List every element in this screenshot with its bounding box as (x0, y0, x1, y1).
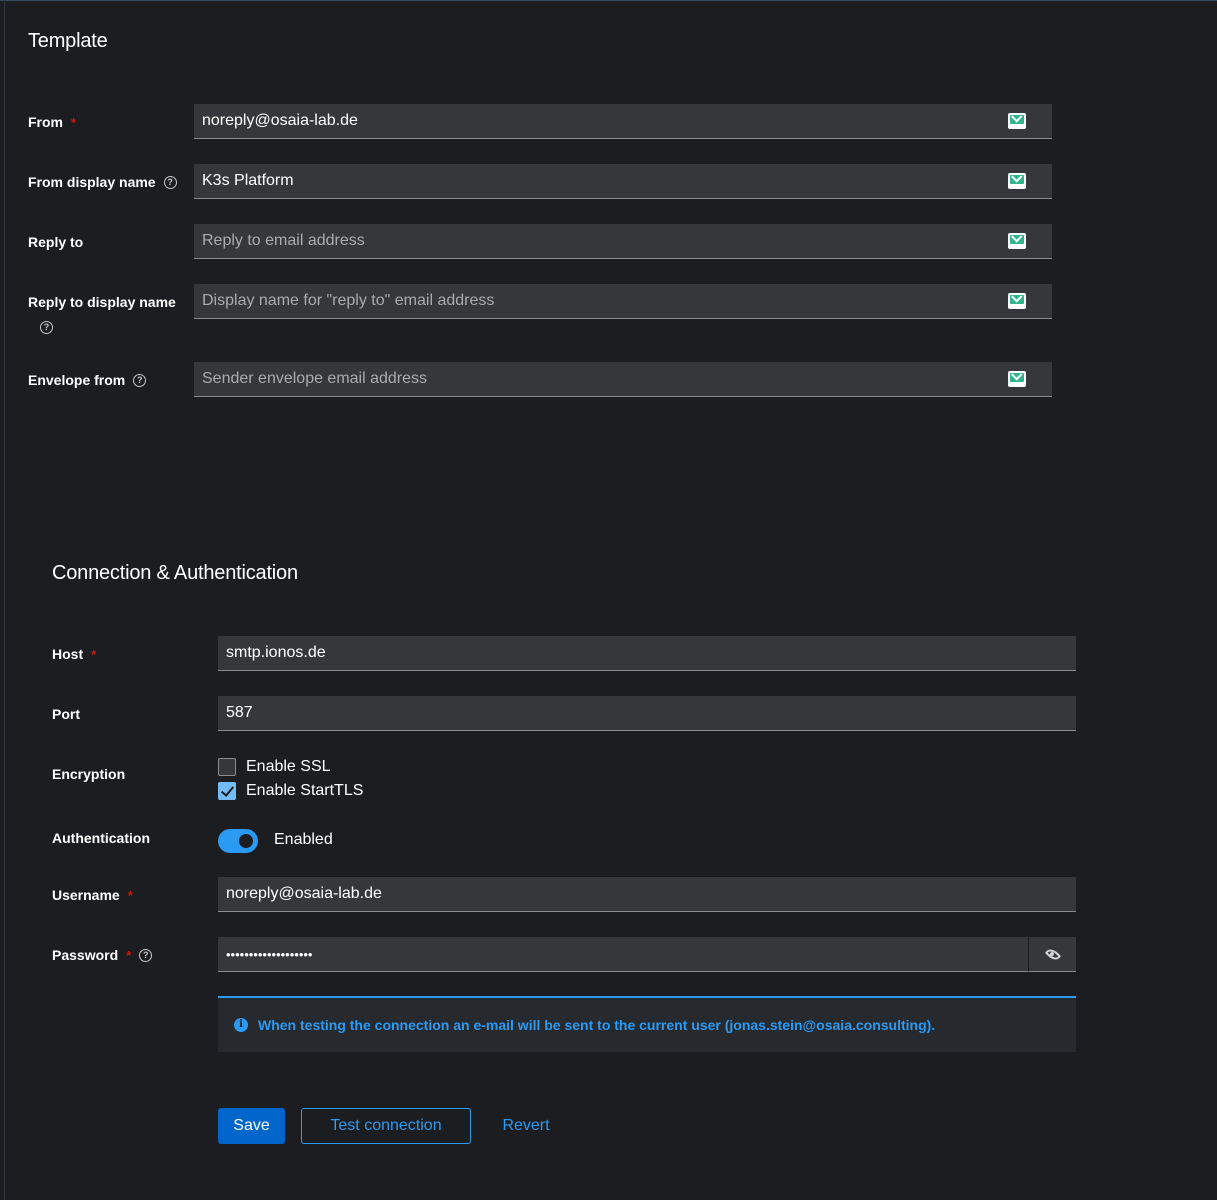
username-label: Username * (52, 887, 133, 903)
encryption-label-text: Encryption (52, 766, 126, 782)
reply-to-display-name-label-text: Reply to display name (28, 294, 176, 310)
envelope-from-field[interactable]: Sender envelope email address (194, 362, 1052, 397)
email-icon (1008, 371, 1026, 387)
host-input[interactable]: smtp.ionos.de (218, 644, 1076, 662)
help-icon[interactable]: ? (139, 948, 153, 962)
info-alert: i When testing the connection an e-mail … (218, 996, 1076, 1052)
password-field[interactable]: ••••••••••••••••••• (218, 937, 1028, 972)
port-input[interactable]: 587 (218, 704, 1076, 722)
host-field[interactable]: smtp.ionos.de (218, 636, 1076, 671)
from-field[interactable]: noreply@osaia-lab.de (194, 104, 1052, 139)
from-display-name-label-text: From display name (28, 174, 156, 190)
port-label: Port (52, 706, 80, 722)
test-connection-button[interactable]: Test connection (301, 1108, 471, 1144)
username-field[interactable]: noreply@osaia-lab.de (218, 877, 1076, 912)
username-input[interactable]: noreply@osaia-lab.de (218, 885, 1076, 903)
authentication-state: Enabled (274, 831, 333, 848)
show-password-button[interactable] (1028, 937, 1076, 972)
host-label-text: Host (52, 646, 84, 662)
from-label-text: From (28, 114, 63, 130)
info-icon: i (234, 1018, 248, 1032)
password-input[interactable]: ••••••••••••••••••• (218, 947, 1028, 962)
reply-to-display-name-input[interactable]: Display name for "reply to" email addres… (194, 292, 1008, 310)
required-asterisk: * (126, 947, 132, 963)
from-display-name-field[interactable]: K3s Platform (194, 164, 1052, 199)
info-alert-text: When testing the connection an e-mail wi… (258, 1017, 936, 1033)
from-display-name-label: From display name ? (28, 174, 177, 190)
envelope-from-label-text: Envelope from (28, 372, 126, 388)
port-field[interactable]: 587 (218, 696, 1076, 731)
email-icon (1008, 233, 1026, 249)
email-icon (1008, 113, 1026, 129)
window-left-border (4, 0, 5, 1200)
template-section-title: Template (28, 30, 108, 52)
connection-section-title: Connection & Authentication (52, 562, 298, 584)
username-label-text: Username (52, 887, 120, 903)
password-label-text: Password (52, 947, 119, 963)
enable-starttls-option[interactable]: Enable StartTLS (218, 782, 363, 800)
from-display-name-input[interactable]: K3s Platform (194, 172, 1008, 190)
reply-to-display-name-label: Reply to display name (28, 294, 176, 310)
authentication-label: Authentication (52, 830, 150, 846)
from-label: From * (28, 114, 76, 130)
enable-ssl-option[interactable]: Enable SSL (218, 758, 331, 776)
email-icon (1008, 173, 1026, 189)
password-label: Password * ? (52, 947, 153, 963)
help-icon[interactable]: ? (40, 321, 53, 334)
save-button[interactable]: Save (218, 1108, 285, 1144)
encryption-label: Encryption (52, 766, 125, 782)
reply-to-input[interactable]: Reply to email address (194, 232, 1008, 250)
revert-button[interactable]: Revert (494, 1108, 558, 1144)
window-top-border (0, 0, 1217, 1)
authentication-label-text: Authentication (52, 830, 150, 846)
host-label: Host * (52, 646, 96, 662)
enable-ssl-label: Enable SSL (246, 758, 331, 775)
port-label-text: Port (52, 706, 80, 722)
help-icon[interactable]: ? (163, 175, 177, 189)
reply-to-label: Reply to (28, 234, 83, 250)
reply-to-display-name-field[interactable]: Display name for "reply to" email addres… (194, 284, 1052, 319)
email-icon (1008, 293, 1026, 309)
help-icon[interactable]: ? (133, 373, 147, 387)
authentication-toggle[interactable] (218, 829, 258, 853)
reply-to-label-text: Reply to (28, 234, 84, 250)
enable-starttls-label: Enable StartTLS (246, 782, 364, 799)
envelope-from-input[interactable]: Sender envelope email address (194, 370, 1008, 388)
enable-starttls-checkbox[interactable] (218, 782, 236, 800)
eye-icon (1044, 945, 1061, 963)
reply-to-field[interactable]: Reply to email address (194, 224, 1052, 259)
required-asterisk: * (71, 114, 77, 130)
required-asterisk: * (127, 887, 133, 903)
envelope-from-label: Envelope from ? (28, 372, 147, 388)
enable-ssl-checkbox[interactable] (218, 758, 236, 776)
from-input[interactable]: noreply@osaia-lab.de (194, 112, 1008, 130)
required-asterisk: * (91, 646, 97, 662)
